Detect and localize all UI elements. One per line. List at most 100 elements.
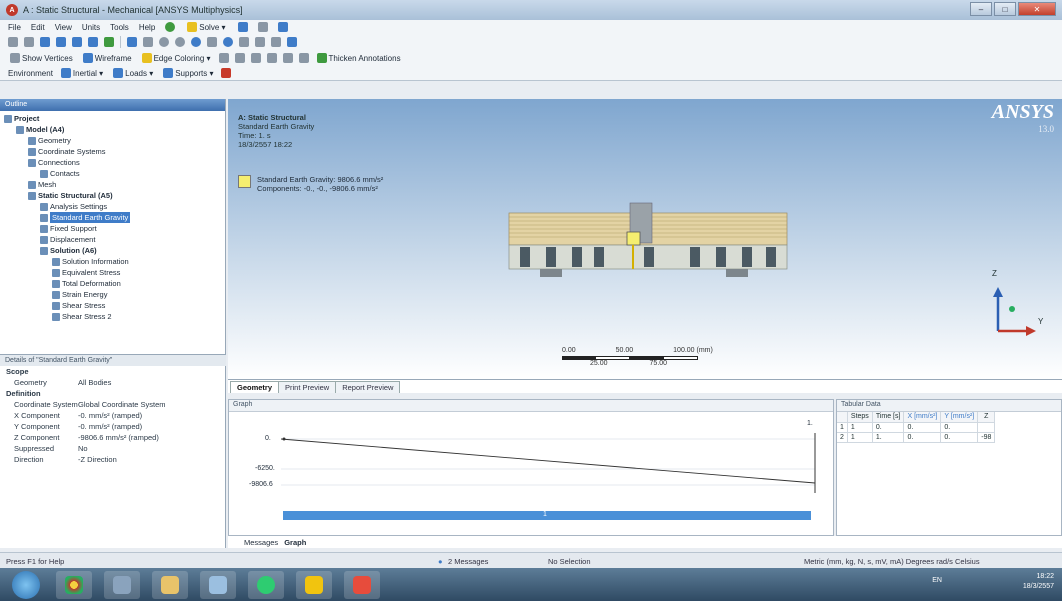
menu-edit[interactable]: Edit — [31, 23, 45, 32]
pan-icon[interactable] — [143, 37, 153, 47]
tree-item[interactable]: Connections — [4, 157, 225, 168]
edge-display-2-icon[interactable] — [234, 53, 245, 63]
tree-item[interactable]: Contacts — [4, 168, 225, 179]
messages-icon[interactable]: ● — [438, 557, 443, 566]
edge-display-6-icon[interactable] — [298, 53, 309, 63]
line-icon[interactable] — [248, 571, 284, 599]
tree-item[interactable]: Project — [4, 113, 225, 124]
tree-item[interactable]: Static Structural (A5) — [4, 190, 225, 201]
box-zoom-icon[interactable] — [175, 37, 185, 47]
edge-display-4-icon[interactable] — [266, 53, 277, 63]
details-row[interactable]: X Component -0. mm/s² (ramped) — [0, 410, 225, 421]
details-row[interactable]: Direction -Z Direction — [0, 454, 225, 465]
worksheet-icon[interactable] — [277, 22, 288, 32]
model-geometry[interactable] — [228, 99, 1062, 379]
tree-item[interactable]: Displacement — [4, 234, 225, 245]
viewports-icon[interactable] — [287, 37, 297, 47]
details-row[interactable]: Geometry All Bodies — [0, 377, 225, 388]
zoom-to-fit-icon[interactable] — [223, 37, 233, 47]
supports-button[interactable]: Supports ▾ — [161, 67, 215, 79]
tree-item[interactable]: Analysis Settings — [4, 201, 225, 212]
tree-item[interactable]: Fixed Support — [4, 223, 225, 234]
menu-units[interactable]: Units — [82, 23, 100, 32]
iso-view-icon[interactable] — [271, 37, 281, 47]
menu-view[interactable]: View — [55, 23, 72, 32]
units-status[interactable]: Metric (mm, kg, N, s, mV, mA) Degrees ra… — [804, 557, 980, 566]
tree-item[interactable]: Mesh — [4, 179, 225, 190]
zoom-icon[interactable] — [159, 37, 169, 47]
tree-item[interactable]: Strain Energy — [4, 289, 225, 300]
language-indicator[interactable]: EN — [932, 577, 942, 584]
vertex-select-icon[interactable] — [40, 37, 50, 47]
scale-label: 0.00 — [562, 347, 576, 354]
tab-geometry[interactable]: Geometry — [230, 381, 280, 393]
body-select-icon[interactable] — [88, 37, 98, 47]
edge-display-icon[interactable] — [218, 53, 229, 63]
details-value: Global Coordinate System — [78, 400, 166, 409]
edge-display-3-icon[interactable] — [250, 53, 261, 63]
menu-help[interactable]: Help — [139, 23, 155, 32]
solve-button[interactable]: Solve ▾ — [185, 21, 227, 33]
edge-coloring-button[interactable]: Edge Coloring ▾ — [140, 52, 213, 64]
paint-icon[interactable] — [200, 571, 236, 599]
tree-item[interactable]: Geometry — [4, 135, 225, 146]
chart-icon[interactable] — [237, 22, 248, 32]
tab-messages[interactable]: Messages — [244, 538, 278, 547]
show-vertices-button[interactable]: Show Vertices — [8, 52, 75, 64]
graph-plot[interactable] — [229, 413, 833, 536]
details-row[interactable]: Y Component -0. mm/s² (ramped) — [0, 421, 225, 432]
previous-view-icon[interactable] — [239, 37, 249, 47]
next-view-icon[interactable] — [255, 37, 265, 47]
tree-item[interactable]: Shear Stress 2 — [4, 311, 225, 322]
start-button[interactable] — [12, 571, 40, 599]
tree-item[interactable]: Coordinate Systems — [4, 146, 225, 157]
gmail-icon[interactable] — [344, 571, 380, 599]
details-row[interactable]: Suppressed No — [0, 443, 225, 454]
maximize-button[interactable]: □ — [994, 2, 1016, 16]
tree-item[interactable]: Solution Information — [4, 256, 225, 267]
chrome-icon[interactable] — [56, 571, 92, 599]
graphics-viewport[interactable]: A: Static Structural Standard Earth Grav… — [228, 99, 1062, 379]
edge-select-icon[interactable] — [56, 37, 66, 47]
face-select-icon[interactable] — [72, 37, 82, 47]
tree-item[interactable]: Equivalent Stress — [4, 267, 225, 278]
folder-icon[interactable] — [152, 571, 188, 599]
tree-item[interactable]: Solution (A6) — [4, 245, 225, 256]
table-row[interactable]: 2 1 1. 0. 0. -98 — [837, 432, 996, 443]
explorer-icon[interactable] — [104, 571, 140, 599]
tab-print-preview[interactable]: Print Preview — [278, 381, 337, 393]
system-clock[interactable]: 18:22 18/3/2557 — [1023, 572, 1054, 592]
ansys-workbench-icon[interactable] — [296, 571, 332, 599]
details-row[interactable]: Coordinate System Global Coordinate Syste… — [0, 399, 225, 410]
close-button[interactable]: ✕ — [1018, 2, 1056, 16]
conditions-icon[interactable] — [221, 68, 232, 78]
display-toolbar: Show Vertices Wireframe Edge Coloring ▾ … — [0, 50, 1062, 66]
z-axis-label: Z — [992, 269, 997, 278]
select-icon[interactable] — [8, 37, 18, 47]
messages-count[interactable]: 2 Messages — [448, 557, 488, 566]
minimize-button[interactable]: – — [970, 2, 992, 16]
inertial-button[interactable]: Inertial ▾ — [59, 67, 105, 79]
zoom-fit-icon[interactable] — [191, 37, 201, 47]
mode-icon[interactable] — [24, 37, 34, 47]
table-row[interactable]: 1 1 0. 0. 0. — [837, 422, 996, 433]
menu-tools[interactable]: Tools — [110, 23, 129, 32]
tree-item[interactable]: Shear Stress — [4, 300, 225, 311]
loads-button[interactable]: Loads ▾ — [111, 67, 155, 79]
tab-graph[interactable]: Graph — [284, 538, 306, 547]
menu-file[interactable]: File — [8, 23, 21, 32]
wireframe-button[interactable]: Wireframe — [81, 52, 134, 64]
thicken-annotations-button[interactable]: Thicken Annotations — [315, 52, 403, 64]
tree-item[interactable]: Standard Earth Gravity — [4, 212, 225, 223]
table-icon[interactable] — [257, 22, 268, 32]
magnifier-icon[interactable] — [207, 37, 217, 47]
edge-display-5-icon[interactable] — [282, 53, 293, 63]
body-icon[interactable] — [104, 37, 114, 47]
column-header: X [mm/s²] — [903, 412, 942, 423]
tree-item[interactable]: Total Deformation — [4, 278, 225, 289]
rotate-icon[interactable] — [127, 37, 137, 47]
tab-report-preview[interactable]: Report Preview — [335, 381, 401, 393]
refresh-icon[interactable] — [165, 22, 176, 32]
tree-item[interactable]: Model (A4) — [4, 124, 225, 135]
details-row[interactable]: Z Component -9806.6 mm/s² (ramped) — [0, 432, 225, 443]
